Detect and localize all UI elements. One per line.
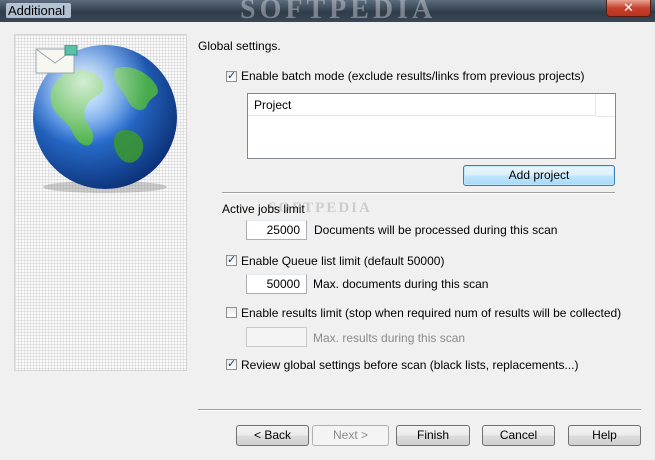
project-list[interactable]: Project	[247, 93, 616, 159]
section-divider	[222, 192, 615, 194]
page-heading: Global settings.	[198, 39, 281, 53]
project-column-header[interactable]: Project	[248, 94, 596, 116]
close-icon: ✕	[623, 0, 634, 15]
results-limit-label[interactable]: Enable results limit (stop when required…	[241, 306, 621, 320]
queue-limit-label[interactable]: Enable Queue list limit (default 50000)	[241, 254, 444, 268]
add-project-button[interactable]: Add project	[463, 165, 615, 186]
next-button[interactable]: Next >	[312, 425, 389, 446]
queue-limit-input[interactable]: 50000	[246, 274, 307, 294]
watermark: SOFTPEDIA	[240, 0, 437, 25]
results-limit-input[interactable]	[246, 327, 307, 347]
help-button[interactable]: Help	[568, 425, 641, 446]
close-button[interactable]: ✕	[606, 0, 651, 17]
queue-limit-description: Max. documents during this scan	[313, 277, 489, 291]
side-illustration-panel	[14, 34, 187, 371]
active-jobs-heading: Active jobs limit	[222, 202, 305, 216]
active-jobs-input[interactable]: 25000	[246, 220, 307, 240]
cancel-button[interactable]: Cancel	[482, 425, 555, 446]
window-title: Additional	[6, 3, 72, 18]
column-header-filler	[596, 94, 614, 117]
results-limit-checkbox[interactable]	[226, 307, 237, 318]
title-bar: Additional SOFTPEDIA ✕	[0, 0, 655, 25]
results-limit-description: Max. results during this scan	[313, 331, 466, 345]
envelope-icon	[35, 44, 79, 78]
batch-mode-label[interactable]: Enable batch mode (exclude results/links…	[241, 69, 585, 83]
active-jobs-description: Documents will be processed during this …	[314, 223, 558, 237]
footer-divider	[198, 409, 641, 411]
finish-button[interactable]: Finish	[396, 425, 470, 446]
back-button[interactable]: < Back	[236, 425, 309, 446]
batch-mode-checkbox[interactable]	[226, 69, 237, 82]
queue-limit-checkbox[interactable]	[226, 253, 237, 266]
review-settings-label[interactable]: Review global settings before scan (blac…	[241, 358, 578, 372]
review-settings-checkbox[interactable]	[226, 357, 237, 370]
